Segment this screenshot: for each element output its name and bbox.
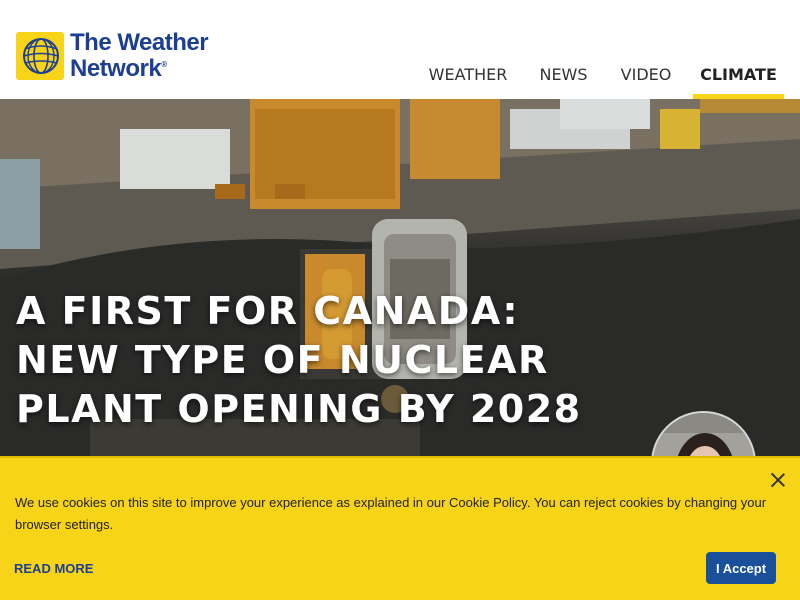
read-more-link[interactable]: READ MORE (14, 561, 93, 576)
close-icon[interactable] (770, 472, 786, 488)
nav-item-weather[interactable]: WEATHER (408, 62, 528, 99)
site-logo-text: The Weather Network® (70, 29, 209, 82)
registered-mark: ® (161, 60, 167, 69)
hero-title-line-2: NEW TYPE OF NUCLEAR (16, 338, 549, 382)
hero-title-line-1: A FIRST FOR CANADA: (16, 289, 520, 333)
site-logo[interactable]: The Weather Network® (16, 29, 209, 82)
main-nav: WEATHER NEWS VIDEO CLIMATE (408, 62, 800, 99)
nav-item-news[interactable]: NEWS (528, 62, 599, 99)
logo-line-2: Network® (70, 54, 208, 82)
logo-line-1: The Weather (70, 29, 209, 56)
cookie-banner: We use cookies on this site to improve y… (0, 456, 800, 600)
weather-network-globe-icon (16, 32, 64, 80)
hero-title[interactable]: A FIRST FOR CANADA: NEW TYPE OF NUCLEAR … (16, 287, 616, 434)
site-header: The Weather Network® WEATHER NEWS VIDEO … (0, 0, 800, 99)
logo-network-word: Network (70, 55, 162, 82)
nav-item-video[interactable]: VIDEO (599, 62, 693, 99)
nav-item-climate[interactable]: CLIMATE (693, 62, 784, 99)
accept-cookies-button[interactable]: I Accept (706, 552, 776, 584)
hero-title-line-3: PLANT OPENING BY 2028 (16, 387, 582, 431)
hero-banner[interactable]: A FIRST FOR CANADA: NEW TYPE OF NUCLEAR … (0, 99, 800, 459)
cookie-message: We use cookies on this site to improve y… (15, 495, 767, 532)
